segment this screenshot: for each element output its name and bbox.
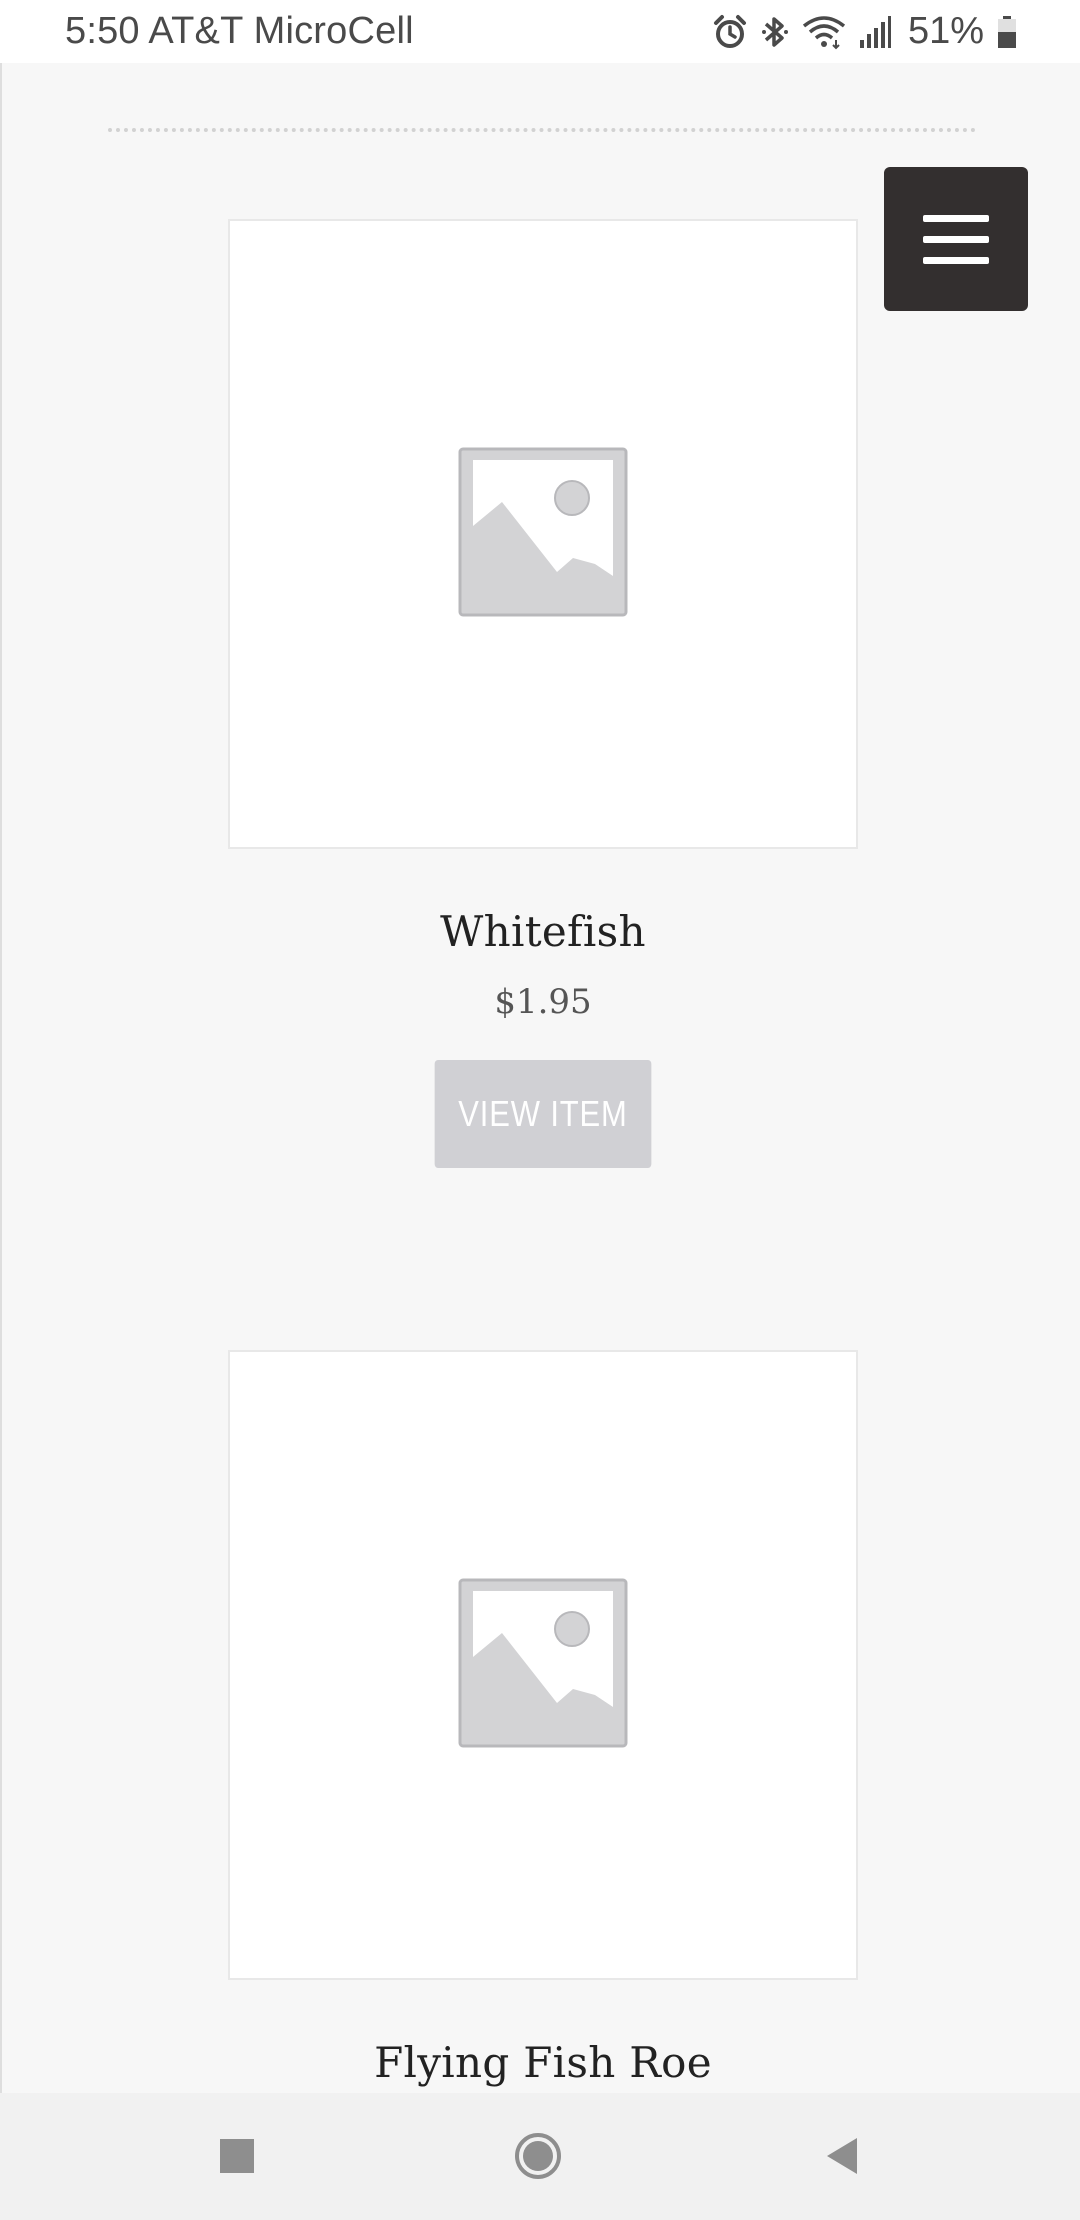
view-item-button[interactable]: VIEW ITEM <box>434 1060 652 1168</box>
product-image[interactable] <box>228 1350 858 1980</box>
page-content: Whitefish $1.95 VIEW ITEM Flying Fish Ro… <box>0 63 1080 2093</box>
recents-icon <box>219 2138 255 2179</box>
alarm-icon <box>712 14 748 50</box>
signal-icon <box>858 14 892 50</box>
image-placeholder-icon <box>457 446 629 623</box>
product-card: Flying Fish Roe <box>228 1350 858 2087</box>
navigation-bar <box>0 2093 1080 2220</box>
home-icon <box>514 2132 562 2185</box>
battery-percent: 51% <box>907 10 984 52</box>
wifi-icon <box>802 14 846 50</box>
back-button[interactable] <box>808 2123 878 2193</box>
image-placeholder-icon <box>457 1577 629 1754</box>
home-button[interactable] <box>503 2123 573 2193</box>
product-card: Whitefish $1.95 VIEW ITEM <box>228 219 858 1168</box>
status-carrier-time: 5:50 AT&T MicroCell <box>65 10 414 52</box>
product-title[interactable]: Whitefish <box>440 907 646 956</box>
status-bar: 5:50 AT&T MicroCell 51% <box>0 0 1080 63</box>
menu-button[interactable] <box>884 167 1028 311</box>
product-price: $1.95 <box>494 982 592 1022</box>
bluetooth-icon <box>760 14 790 50</box>
hamburger-menu-icon <box>923 214 989 222</box>
recents-button[interactable] <box>202 2123 272 2193</box>
product-image[interactable] <box>228 219 858 849</box>
battery-icon <box>996 14 1018 50</box>
product-title[interactable]: Flying Fish Roe <box>374 2038 712 2087</box>
dotted-divider <box>108 128 976 132</box>
status-icons: 51% <box>712 10 1018 53</box>
back-icon <box>823 2136 863 2181</box>
